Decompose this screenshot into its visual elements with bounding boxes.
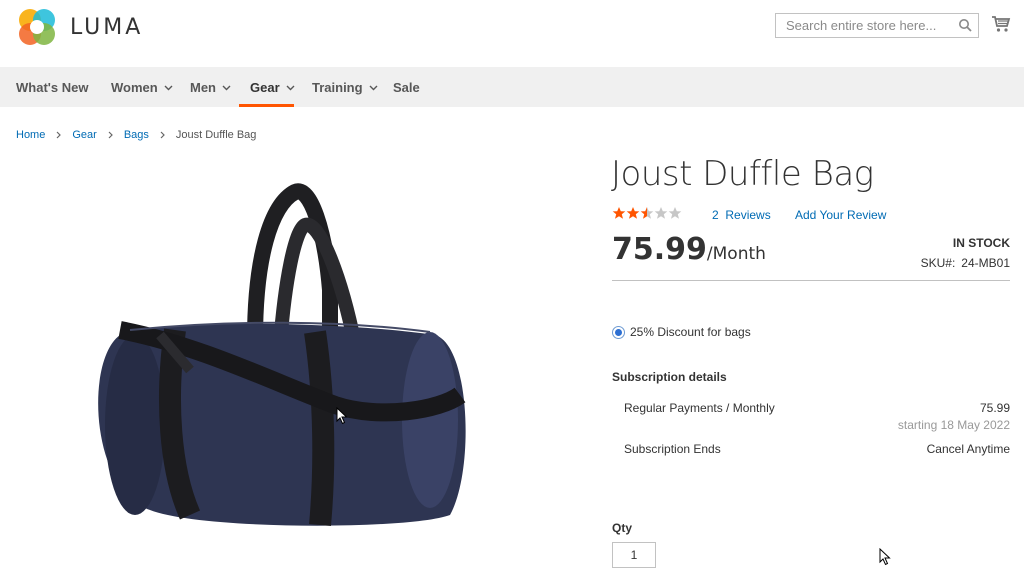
- chevron-down-icon: [164, 85, 173, 90]
- qty-label: Qty: [612, 521, 633, 535]
- main-navigation: What's New Women Men Gear Training Sale: [0, 67, 1024, 107]
- price-amount: 75.99: [612, 232, 707, 267]
- star-empty-icon: [668, 207, 682, 219]
- discount-option[interactable]: 25% Discount for bags: [612, 325, 751, 339]
- nav-item-whats-new[interactable]: What's New: [16, 67, 88, 107]
- page-header: LUMA: [0, 0, 1024, 67]
- subscription-ends-label: Subscription Ends: [624, 442, 721, 456]
- search-input[interactable]: [784, 17, 958, 34]
- sku-label: SKU#:: [920, 256, 956, 270]
- subscription-details-title: Subscription details: [612, 370, 727, 384]
- nav-item-label: Men: [190, 79, 216, 95]
- chevron-down-icon: [286, 85, 295, 90]
- star-empty-icon: [654, 207, 668, 219]
- discount-radio[interactable]: [612, 325, 625, 339]
- reviews-count: 2: [712, 208, 719, 222]
- chevron-down-icon: [369, 85, 378, 90]
- nav-item-training[interactable]: Training: [312, 67, 378, 107]
- nav-item-gear[interactable]: Gear: [250, 67, 295, 107]
- chevron-right-icon: [108, 131, 113, 139]
- rating-stars: [612, 206, 682, 220]
- star-half-icon: [640, 207, 654, 219]
- product-image[interactable]: [80, 170, 500, 550]
- search-icon[interactable]: [958, 18, 972, 32]
- discount-label: 25% Discount for bags: [630, 325, 751, 339]
- luma-logo-icon: [19, 9, 55, 45]
- regular-payments-label: Regular Payments / Monthly: [624, 401, 775, 415]
- regular-payments-value: 75.99: [979, 401, 1010, 415]
- duffle-bag-image: [98, 183, 466, 526]
- star-filled-icon: [626, 207, 640, 219]
- breadcrumb-home[interactable]: Home: [16, 129, 45, 141]
- price-suffix: /Month: [706, 244, 766, 264]
- product-title: Joust Duffle Bag: [611, 154, 874, 194]
- nav-item-sale[interactable]: Sale: [393, 67, 420, 107]
- breadcrumb-gear[interactable]: Gear: [72, 129, 96, 141]
- cart-icon[interactable]: [991, 14, 1011, 34]
- star-filled-icon: [612, 207, 626, 219]
- stock-status: IN STOCK: [952, 236, 1010, 250]
- search-box: [775, 13, 979, 38]
- divider: [612, 280, 1010, 281]
- nav-item-label: Women: [111, 79, 158, 95]
- reviews-link[interactable]: 2 Reviews: [712, 208, 771, 222]
- breadcrumb: Home Gear Bags Joust Duffle Bag: [16, 129, 256, 141]
- qty-input[interactable]: [612, 542, 656, 568]
- nav-item-women[interactable]: Women: [111, 67, 173, 107]
- sku-value: 24-MB01: [961, 256, 1010, 270]
- nav-item-label: Training: [312, 79, 363, 95]
- subscription-ends-value: Cancel Anytime: [926, 442, 1010, 456]
- luma-logo[interactable]: LUMA: [16, 6, 156, 48]
- nav-item-label: Gear: [250, 79, 280, 95]
- product-price: 75.99/Month: [612, 232, 766, 267]
- chevron-right-icon: [56, 131, 62, 139]
- nav-item-label: Sale: [393, 79, 420, 95]
- mouse-cursor-icon: [879, 548, 891, 566]
- reviews-label: Reviews: [725, 208, 771, 222]
- mouse-cursor-icon: [336, 407, 348, 425]
- chevron-down-icon: [222, 85, 231, 90]
- regular-payments-start: starting 18 May 2022: [897, 418, 1010, 432]
- breadcrumb-bags[interactable]: Bags: [124, 129, 149, 141]
- breadcrumb-current: Joust Duffle Bag: [175, 129, 257, 141]
- logo-text: LUMA: [70, 14, 144, 40]
- product-sku: SKU#: 24-MB01: [921, 256, 1010, 270]
- chevron-right-icon: [160, 131, 165, 139]
- add-review-link[interactable]: Add Your Review: [795, 208, 886, 222]
- nav-item-label: What's New: [16, 79, 89, 95]
- nav-item-men[interactable]: Men: [190, 67, 231, 107]
- nav-active-underline: [239, 104, 294, 107]
